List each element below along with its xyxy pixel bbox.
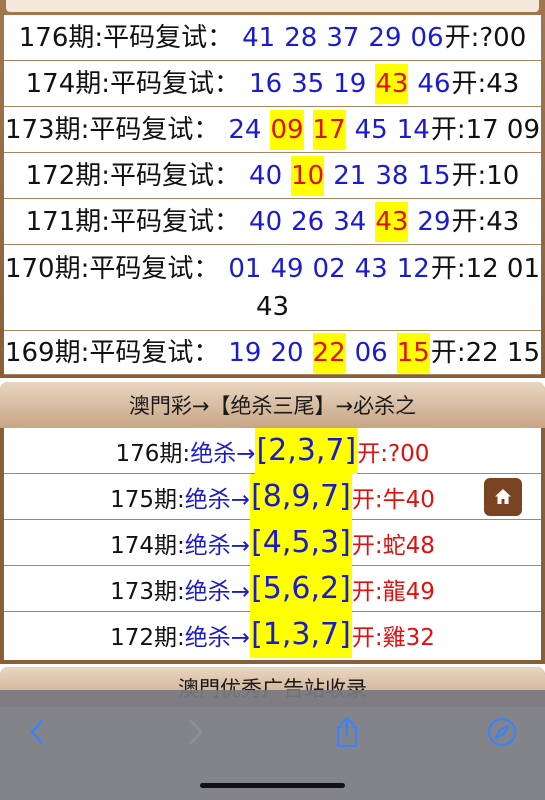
section-top-edge bbox=[6, 0, 539, 12]
kill-label: 绝杀→ bbox=[190, 440, 256, 467]
hit-number: 10 bbox=[291, 155, 325, 196]
kill-label: 绝杀→ bbox=[184, 486, 251, 513]
draw-result: 开:43 bbox=[451, 68, 520, 99]
pingma-row: 176期:平码复试： 41 28 37 29 06 开:?00 bbox=[4, 15, 541, 61]
juesha-row: 173期: 绝杀→ [5,6,2] 开:龍49 bbox=[4, 565, 541, 612]
chevron-right-icon bbox=[189, 719, 203, 745]
pick-number: 01 bbox=[228, 253, 262, 284]
home-icon bbox=[495, 489, 511, 504]
pingma-row: 173期:平码复试： 24 09 17 45 14 开:17 09 bbox=[4, 107, 541, 153]
back-button[interactable] bbox=[18, 712, 58, 752]
pick-number: 06 bbox=[354, 337, 388, 368]
kill-label: 绝杀→ bbox=[184, 625, 251, 651]
period-label: 170期:平码复试： bbox=[4, 253, 220, 284]
pick-number: 49 bbox=[270, 253, 304, 284]
pick-number: 29 bbox=[368, 22, 402, 53]
pick-number: 45 bbox=[354, 114, 388, 145]
juesha-row: 174期: 绝杀→ [4,5,3] 开:蛇48 bbox=[4, 519, 541, 566]
pick-number: 06 bbox=[410, 22, 444, 53]
pick-number: 37 bbox=[326, 22, 360, 53]
period-label: 173期:平码复试： bbox=[4, 114, 220, 145]
draw-result: 开:雞32 bbox=[351, 625, 435, 651]
pick-number: 38 bbox=[375, 160, 409, 191]
forward-button[interactable] bbox=[175, 712, 215, 752]
hit-number: 43 bbox=[375, 63, 409, 104]
draw-result: 开:43 bbox=[451, 206, 520, 237]
hit-number: 15 bbox=[396, 332, 430, 373]
draw-result: 开:?00 bbox=[357, 440, 430, 467]
pick-number: 41 bbox=[242, 22, 276, 53]
juesha-header: 澳門彩→【绝杀三尾】→必杀之 bbox=[0, 382, 545, 428]
chevron-left-icon bbox=[30, 719, 44, 745]
kill-tail-set: [2,3,7] bbox=[255, 427, 358, 474]
draw-result: 开:12 01 bbox=[430, 253, 541, 284]
draw-result: 开:10 bbox=[451, 160, 520, 191]
pick-number: 34 bbox=[333, 206, 367, 237]
pingma-table: 176期:平码复试： 41 28 37 29 06 开:?00 174期:平码复试： 16 35 1… bbox=[4, 15, 541, 375]
pick-number: 40 bbox=[249, 160, 283, 191]
period-label: 174期:平码复试： bbox=[25, 68, 241, 99]
pingma-row: 169期:平码复试： 19 20 22 06 15 开:22 15 bbox=[4, 331, 541, 375]
pingma-row: 174期:平码复试： 16 35 19 43 46 开:43 bbox=[4, 61, 541, 107]
hit-number: 22 bbox=[312, 332, 346, 373]
pick-number: 14 bbox=[396, 114, 430, 145]
juesha-table: 176期: 绝杀→ [2,3,7] 开:?00 175期: 绝杀→ [8,9,7] 开:牛40… bbox=[4, 427, 541, 660]
juesha-row: 172期: 绝杀→ [1,3,7] 开:雞32 bbox=[4, 612, 541, 658]
pick-number: 20 bbox=[270, 337, 304, 368]
pingma-row: 171期:平码复试： 40 26 34 43 29 开:43 bbox=[4, 199, 541, 245]
compass-icon bbox=[487, 717, 517, 747]
pick-number: 19 bbox=[333, 68, 367, 99]
pick-number: 43 bbox=[354, 253, 388, 284]
pick-number: 35 bbox=[291, 68, 325, 99]
kill-label: 绝杀→ bbox=[184, 578, 251, 605]
kill-tail-set: [4,5,3] bbox=[250, 519, 352, 566]
period-label: 173期: bbox=[110, 578, 185, 605]
draw-result: 开:龍49 bbox=[351, 578, 435, 605]
draw-result: 开:?00 bbox=[444, 22, 527, 53]
pick-number: 28 bbox=[284, 22, 318, 53]
pingma-section: 176期:平码复试： 41 28 37 29 06 开:?00 174期:平码复试： 16 35 1… bbox=[0, 0, 545, 378]
draw-result: 开:17 09 bbox=[430, 114, 541, 145]
draw-result: 开:22 15 bbox=[430, 337, 541, 368]
period-label: 174期: bbox=[110, 532, 185, 559]
period-label: 176期:平码复试： bbox=[18, 22, 234, 53]
pick-number: 02 bbox=[312, 253, 346, 284]
kill-label: 绝杀→ bbox=[184, 532, 251, 559]
draw-result: 开:蛇48 bbox=[351, 532, 435, 559]
pick-number: 15 bbox=[417, 160, 451, 191]
pick-number: 16 bbox=[249, 68, 283, 99]
home-indicator bbox=[200, 783, 345, 788]
kill-tail-set: [1,3,7] bbox=[250, 612, 352, 658]
juesha-section: 澳門彩→【绝杀三尾】→必杀之 176期: 绝杀→ [2,3,7] 开:?00 175期:… bbox=[0, 382, 545, 664]
share-icon bbox=[336, 716, 358, 748]
pingma-row: 172期:平码复试： 40 10 21 38 15 开:10 bbox=[4, 153, 541, 199]
pick-number: 24 bbox=[228, 114, 262, 145]
pingma-row: 170期:平码复试： 01 49 02 43 12 开:12 01 43 bbox=[4, 245, 541, 331]
period-label: 171期:平码复试： bbox=[25, 206, 241, 237]
period-label: 169期:平码复试： bbox=[4, 337, 220, 368]
hit-number: 09 bbox=[270, 109, 304, 150]
draw-result-continued: 43 bbox=[255, 291, 290, 322]
pick-number: 21 bbox=[333, 160, 367, 191]
hit-number: 43 bbox=[375, 201, 409, 242]
draw-result: 开:牛40 bbox=[351, 486, 435, 513]
period-label: 175期: bbox=[110, 486, 185, 513]
pick-number: 40 bbox=[249, 206, 283, 237]
juesha-row: 176期: 绝杀→ [2,3,7] 开:?00 bbox=[4, 427, 541, 474]
period-label: 172期:平码复试： bbox=[25, 160, 241, 191]
kill-tail-set: [8,9,7] bbox=[250, 473, 352, 520]
pick-number: 19 bbox=[228, 337, 262, 368]
home-button[interactable] bbox=[484, 478, 522, 516]
period-label: 172期: bbox=[110, 625, 185, 651]
hit-number: 17 bbox=[312, 109, 346, 150]
period-label: 176期: bbox=[115, 440, 191, 467]
kill-tail-set: [5,6,2] bbox=[250, 565, 352, 612]
juesha-row: 175期: 绝杀→ [8,9,7] 开:牛40 bbox=[4, 473, 541, 520]
pick-number: 26 bbox=[291, 206, 325, 237]
share-button[interactable] bbox=[327, 712, 367, 752]
bookmarks-button[interactable] bbox=[482, 712, 522, 752]
pick-number: 46 bbox=[417, 68, 451, 99]
pick-number: 29 bbox=[417, 206, 451, 237]
pick-number: 12 bbox=[396, 253, 430, 284]
